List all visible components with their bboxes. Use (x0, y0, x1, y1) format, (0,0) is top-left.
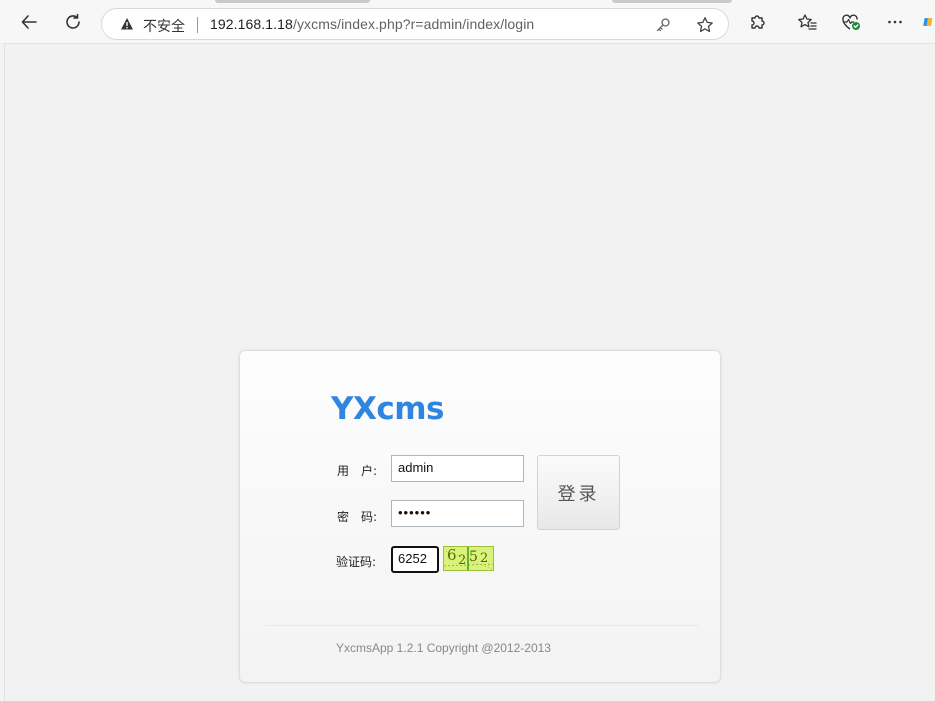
url-text[interactable]: 192.168.1.18/yxcms/index.php?r=admin/ind… (210, 16, 534, 32)
footer-divider (265, 625, 699, 626)
reload-icon (66, 13, 80, 29)
password-label: 密 码: (337, 510, 378, 524)
key-icon[interactable] (655, 17, 671, 33)
captcha-noise (444, 547, 493, 570)
reload-button[interactable] (58, 7, 88, 37)
star-icon[interactable] (696, 16, 714, 34)
back-button[interactable] (14, 7, 44, 37)
url-path: /yxcms/index.php?r=admin/index/login (292, 16, 535, 32)
url-host: 192.168.1.18 (210, 16, 293, 32)
login-button[interactable]: 登录 (537, 455, 620, 530)
copilot-button[interactable] (922, 7, 935, 37)
puzzle-icon (751, 15, 765, 29)
username-label: 用 户: (337, 464, 378, 478)
copyright-text: YxcmsApp 1.2.1 Copyright @2012-2013 (336, 641, 551, 655)
favorites-icon (798, 14, 817, 30)
browser-essentials-button[interactable] (836, 7, 866, 37)
favorites-button[interactable] (792, 7, 822, 37)
more-menu-button[interactable] (880, 7, 910, 37)
copilot-icon (923, 18, 933, 26)
arrow-left-icon (21, 15, 37, 29)
site-logo: YXcms (331, 391, 444, 427)
security-status[interactable]: 不安全 (143, 16, 185, 36)
address-bar[interactable]: 不安全 192.168.1.18/yxcms/index.php?r=admin… (101, 8, 729, 40)
heart-pulse-icon (842, 14, 860, 30)
captcha-input[interactable]: 6252 (391, 546, 439, 573)
captcha-image[interactable]: 6 2 5 2 (443, 546, 494, 571)
address-divider (197, 17, 198, 33)
login-panel: YXcms 用 户: admin 密 码: •••••• 验证码: 6252 6… (239, 350, 721, 683)
extensions-button[interactable] (743, 7, 773, 37)
captcha-label: 验证码: (336, 555, 377, 569)
browser-toolbar: 不安全 192.168.1.18/yxcms/index.php?r=admin… (0, 3, 935, 43)
password-input[interactable]: •••••• (391, 500, 524, 527)
more-dots-icon (888, 20, 902, 24)
warning-icon[interactable] (120, 17, 134, 31)
username-input[interactable]: admin (391, 455, 524, 482)
